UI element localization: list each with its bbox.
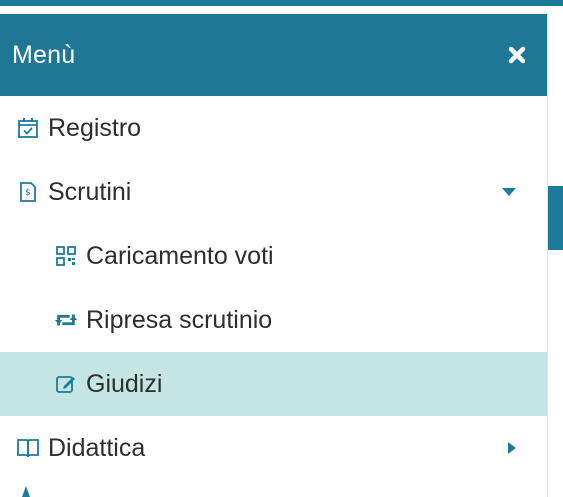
menu-item-didattica[interactable]: Didattica <box>0 416 547 480</box>
menu-item-label: Registro <box>48 113 142 142</box>
chevron-right-icon <box>507 441 517 455</box>
menu-item-scrutini[interactable]: $ Scrutini <box>0 160 547 224</box>
side-menu: Menù Registro $ Scrutini Caricamento vot… <box>0 14 548 497</box>
partial-next-item-icon <box>16 484 36 497</box>
document-scrutini-icon: $ <box>16 180 40 204</box>
top-accent-bar <box>0 0 563 6</box>
close-icon[interactable] <box>507 45 527 65</box>
menu-item-label: Giudizi <box>86 369 163 398</box>
content-edge <box>548 6 563 497</box>
menu-header: Menù <box>0 14 547 96</box>
menu-item-label: Ripresa scrutinio <box>86 305 273 334</box>
content-accent-tab <box>548 186 563 250</box>
calendar-check-icon <box>16 116 40 140</box>
menu-title: Menù <box>12 40 76 69</box>
edit-icon <box>54 372 78 396</box>
menu-item-ripresa-scrutinio[interactable]: Ripresa scrutinio <box>0 288 547 352</box>
retweet-icon <box>54 308 78 332</box>
menu-item-caricamento-voti[interactable]: Caricamento voti <box>0 224 547 288</box>
menu-item-label: Didattica <box>48 433 146 462</box>
qr-grid-icon <box>54 244 78 268</box>
menu-item-giudizi[interactable]: Giudizi <box>0 352 547 416</box>
menu-item-label: Caricamento voti <box>86 241 274 270</box>
open-book-icon <box>16 436 40 460</box>
svg-text:$: $ <box>25 188 31 198</box>
menu-item-registro[interactable]: Registro <box>0 96 547 160</box>
chevron-down-icon <box>501 187 517 197</box>
menu-item-label: Scrutini <box>48 177 132 206</box>
